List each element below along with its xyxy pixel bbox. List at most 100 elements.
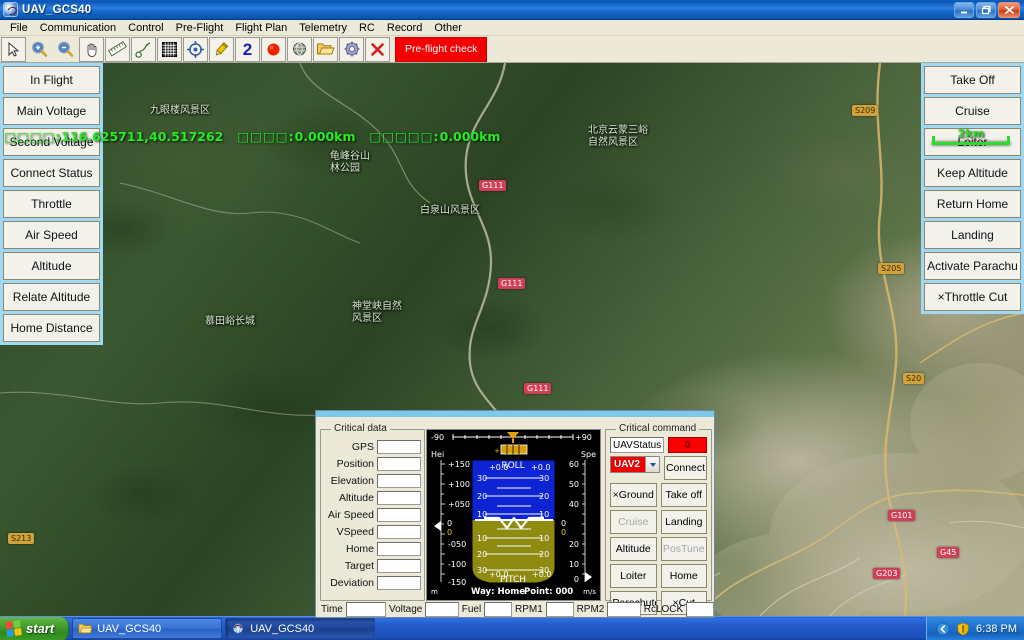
menu-telemetry[interactable]: Telemetry: [293, 21, 353, 35]
sidebar-item-connect-status[interactable]: Connect Status: [3, 159, 100, 187]
zoom-in-icon[interactable]: [27, 37, 52, 62]
globe-icon[interactable]: [287, 37, 312, 62]
map-place-label: 神堂峡自然风景区: [352, 301, 402, 324]
sidebar-item-relate-altitude[interactable]: Relate Altitude: [3, 283, 100, 311]
sidebar-item-throttle[interactable]: Throttle: [3, 190, 100, 218]
svg-text:20: 20: [569, 540, 579, 549]
hud-compass-ribbon: +: [494, 445, 527, 455]
status-field-fuel[interactable]: [484, 602, 512, 617]
sidebar-item-home-distance[interactable]: Home Distance: [3, 314, 100, 342]
sidebar-item-in-flight[interactable]: In Flight: [3, 66, 100, 94]
close-button[interactable]: [998, 2, 1020, 18]
waypoint-2-icon[interactable]: 2: [235, 37, 260, 62]
status-field-voltage[interactable]: [425, 602, 458, 617]
path-node-icon[interactable]: [131, 37, 156, 62]
svg-text:20: 20: [539, 550, 549, 559]
menu-control[interactable]: Control: [122, 21, 169, 35]
coord-value: 116.625711,40.517262: [61, 129, 223, 144]
svg-text:0: 0: [447, 528, 452, 537]
critical-data-value[interactable]: [377, 508, 421, 522]
critical-data-label: Home: [321, 543, 377, 555]
take-off-button[interactable]: Take off: [661, 483, 708, 507]
status-field-rclock[interactable]: [686, 602, 714, 617]
windows-logo-icon: [5, 620, 22, 637]
critical-data-label: VSpeed: [321, 526, 377, 538]
landing-button[interactable]: Landing: [661, 510, 708, 534]
sidebar-item-main-voltage[interactable]: Main Voltage: [3, 97, 100, 125]
ruler-icon[interactable]: [105, 37, 130, 62]
connect-button[interactable]: Connect: [664, 456, 707, 480]
main-toolbar: 2: [0, 36, 1024, 63]
critical-data-value[interactable]: [377, 559, 421, 573]
svg-text:60: 60: [569, 460, 579, 469]
menu-file[interactable]: File: [4, 21, 34, 35]
clock[interactable]: 6:38 PM: [976, 623, 1017, 635]
start-button[interactable]: start: [0, 617, 69, 640]
uav-status-row: UAVStatus 0: [610, 437, 707, 453]
sidebar-item-altitude[interactable]: Altitude: [3, 252, 100, 280]
window-titlebar: UAV_GCS40: [0, 0, 1024, 20]
menu-communication[interactable]: Communication: [34, 21, 122, 35]
critical-data-value[interactable]: [377, 440, 421, 454]
command-take-off[interactable]: Take Off: [924, 66, 1021, 94]
menu-rc[interactable]: RC: [353, 21, 381, 35]
record-dot-icon[interactable]: [261, 37, 286, 62]
command-return-home[interactable]: Return Home: [924, 190, 1021, 218]
svg-text:0: 0: [561, 519, 566, 528]
menu-flight-plan[interactable]: Flight Plan: [229, 21, 293, 35]
critical-data-label: Deviation: [321, 577, 377, 589]
critical-data-value[interactable]: [377, 542, 421, 556]
critical-data-value[interactable]: [377, 457, 421, 471]
command-keep-altitude[interactable]: Keep Altitude: [924, 159, 1021, 187]
cruise-button: Cruise: [610, 510, 657, 534]
svg-text:0: 0: [447, 519, 452, 528]
command-landing[interactable]: Landing: [924, 221, 1021, 249]
distance2-value: 0.000km: [440, 129, 501, 144]
delete-x-icon[interactable]: [365, 37, 390, 62]
svg-text:10: 10: [477, 534, 487, 543]
zoom-out-icon[interactable]: [53, 37, 78, 62]
uav-select-row: UAV2 Connect: [610, 456, 707, 480]
pointer-icon[interactable]: [1, 37, 26, 62]
preflight-check-button[interactable]: Pre-flight check: [395, 37, 487, 62]
home-button[interactable]: Home: [661, 564, 708, 588]
restore-button[interactable]: [976, 2, 996, 18]
altitude-button[interactable]: Altitude: [610, 537, 657, 561]
flight-command-sidebar: Take Off Cruise Loiter Keep Altitude Ret…: [921, 63, 1024, 314]
grid-icon[interactable]: [157, 37, 182, 62]
command-activate-parachute[interactable]: Activate Parachu: [924, 252, 1021, 280]
taskbar-item-gcs[interactable]: UAV_GCS40: [225, 618, 375, 639]
menu-record[interactable]: Record: [381, 21, 428, 35]
menu-other[interactable]: Other: [428, 21, 468, 35]
chevron-left-icon[interactable]: [936, 622, 950, 636]
security-shield-icon[interactable]: [956, 622, 970, 636]
crosshair-target-icon[interactable]: [183, 37, 208, 62]
map-scale-bar: 2km: [932, 129, 1010, 147]
menu-pre-flight[interactable]: Pre-Flight: [170, 21, 230, 35]
critical-data-value[interactable]: [377, 525, 421, 539]
settings-gear-icon[interactable]: [339, 37, 364, 62]
critical-data-row: GPS: [321, 438, 421, 455]
critical-data-value[interactable]: [377, 576, 421, 590]
pan-hand-icon[interactable]: [79, 37, 104, 62]
status-field-time[interactable]: [346, 602, 386, 617]
minimize-button[interactable]: [954, 2, 974, 18]
hud-altitude-label: Hei: [431, 450, 444, 459]
critical-data-value[interactable]: [377, 474, 421, 488]
ground-button[interactable]: ×Ground: [610, 483, 657, 507]
menu-bar: File Communication Control Pre-Flight Fl…: [0, 20, 1024, 36]
status-field-rpm1[interactable]: [546, 602, 574, 617]
chevron-down-icon[interactable]: [645, 457, 659, 472]
command-cruise[interactable]: Cruise: [924, 97, 1021, 125]
map-road-badge: S213: [8, 533, 34, 544]
critical-data-value[interactable]: [377, 491, 421, 505]
pencil-icon[interactable]: [209, 37, 234, 62]
sidebar-item-air-speed[interactable]: Air Speed: [3, 221, 100, 249]
open-folder-icon[interactable]: [313, 37, 338, 62]
taskbar-item-explorer[interactable]: UAV_GCS40: [72, 618, 222, 639]
status-field-rpm2[interactable]: [607, 602, 640, 617]
instrument-panel-dialog: Critical data GPSPositionElevationAltitu…: [315, 410, 715, 618]
command-throttle-cut[interactable]: ×Throttle Cut: [924, 283, 1021, 311]
uav-select-dropdown[interactable]: UAV2: [610, 456, 660, 473]
loiter-button[interactable]: Loiter: [610, 564, 657, 588]
